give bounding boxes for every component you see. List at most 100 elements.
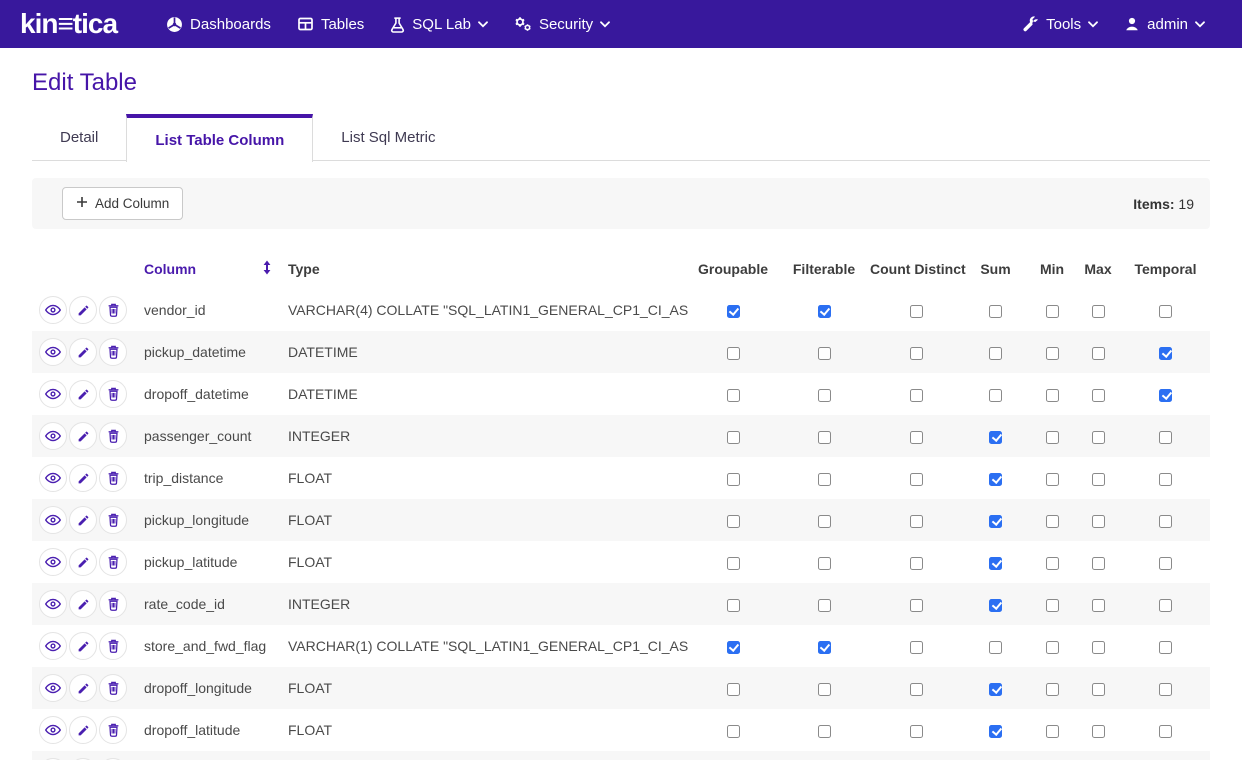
groupable-checkbox[interactable]: [727, 599, 740, 612]
min-checkbox[interactable]: [1046, 515, 1059, 528]
sum-checkbox[interactable]: [989, 725, 1002, 738]
edit-button[interactable]: [69, 506, 97, 534]
max-checkbox[interactable]: [1092, 641, 1105, 654]
edit-button[interactable]: [69, 296, 97, 324]
temporal-checkbox[interactable]: [1159, 473, 1172, 486]
edit-button[interactable]: [69, 632, 97, 660]
max-checkbox[interactable]: [1092, 473, 1105, 486]
delete-button[interactable]: [99, 716, 127, 744]
filterable-checkbox[interactable]: [818, 473, 831, 486]
groupable-checkbox[interactable]: [727, 557, 740, 570]
edit-button[interactable]: [69, 590, 97, 618]
count-distinct-checkbox[interactable]: [910, 347, 923, 360]
tab-list-sql-metric[interactable]: List Sql Metric: [313, 114, 463, 161]
temporal-checkbox[interactable]: [1159, 389, 1172, 402]
view-button[interactable]: [39, 338, 67, 366]
nav-item-tools[interactable]: Tools: [1010, 0, 1111, 48]
filterable-checkbox[interactable]: [818, 389, 831, 402]
view-button[interactable]: [39, 296, 67, 324]
filterable-checkbox[interactable]: [818, 641, 831, 654]
max-checkbox[interactable]: [1092, 347, 1105, 360]
view-button[interactable]: [39, 548, 67, 576]
temporal-checkbox[interactable]: [1159, 557, 1172, 570]
tab-detail[interactable]: Detail: [32, 114, 126, 161]
groupable-checkbox[interactable]: [727, 641, 740, 654]
edit-button[interactable]: [69, 716, 97, 744]
min-checkbox[interactable]: [1046, 557, 1059, 570]
view-button[interactable]: [39, 380, 67, 408]
edit-button[interactable]: [69, 422, 97, 450]
filterable-checkbox[interactable]: [818, 347, 831, 360]
nav-item-dashboards[interactable]: Dashboards: [153, 0, 284, 48]
min-checkbox[interactable]: [1046, 347, 1059, 360]
filterable-checkbox[interactable]: [818, 557, 831, 570]
count-distinct-checkbox[interactable]: [910, 473, 923, 486]
temporal-checkbox[interactable]: [1159, 683, 1172, 696]
tab-list-table-column[interactable]: List Table Column: [126, 114, 313, 162]
delete-button[interactable]: [99, 590, 127, 618]
count-distinct-checkbox[interactable]: [910, 515, 923, 528]
min-checkbox[interactable]: [1046, 389, 1059, 402]
temporal-checkbox[interactable]: [1159, 515, 1172, 528]
nav-item-admin[interactable]: admin: [1111, 0, 1218, 48]
max-checkbox[interactable]: [1092, 683, 1105, 696]
temporal-checkbox[interactable]: [1159, 305, 1172, 318]
min-checkbox[interactable]: [1046, 431, 1059, 444]
delete-button[interactable]: [99, 422, 127, 450]
temporal-checkbox[interactable]: [1159, 431, 1172, 444]
temporal-checkbox[interactable]: [1159, 347, 1172, 360]
groupable-checkbox[interactable]: [727, 347, 740, 360]
max-checkbox[interactable]: [1092, 305, 1105, 318]
max-checkbox[interactable]: [1092, 557, 1105, 570]
delete-button[interactable]: [99, 674, 127, 702]
view-button[interactable]: [39, 590, 67, 618]
max-checkbox[interactable]: [1092, 389, 1105, 402]
min-checkbox[interactable]: [1046, 473, 1059, 486]
view-button[interactable]: [39, 464, 67, 492]
view-button[interactable]: [39, 632, 67, 660]
view-button[interactable]: [39, 674, 67, 702]
view-button[interactable]: [39, 716, 67, 744]
sum-checkbox[interactable]: [989, 599, 1002, 612]
max-checkbox[interactable]: [1092, 725, 1105, 738]
delete-button[interactable]: [99, 548, 127, 576]
groupable-checkbox[interactable]: [727, 725, 740, 738]
sum-checkbox[interactable]: [989, 305, 1002, 318]
sum-checkbox[interactable]: [989, 515, 1002, 528]
max-checkbox[interactable]: [1092, 515, 1105, 528]
count-distinct-checkbox[interactable]: [910, 305, 923, 318]
delete-button[interactable]: [99, 380, 127, 408]
delete-button[interactable]: [99, 632, 127, 660]
filterable-checkbox[interactable]: [818, 683, 831, 696]
delete-button[interactable]: [99, 506, 127, 534]
view-button[interactable]: [39, 422, 67, 450]
groupable-checkbox[interactable]: [727, 389, 740, 402]
filterable-checkbox[interactable]: [818, 599, 831, 612]
groupable-checkbox[interactable]: [727, 305, 740, 318]
nav-item-security[interactable]: Security: [501, 0, 623, 48]
temporal-checkbox[interactable]: [1159, 599, 1172, 612]
filterable-checkbox[interactable]: [818, 305, 831, 318]
filterable-checkbox[interactable]: [818, 515, 831, 528]
count-distinct-checkbox[interactable]: [910, 641, 923, 654]
min-checkbox[interactable]: [1046, 599, 1059, 612]
view-button[interactable]: [39, 506, 67, 534]
groupable-checkbox[interactable]: [727, 473, 740, 486]
edit-button[interactable]: [69, 548, 97, 576]
nav-item-tables[interactable]: Tables: [284, 0, 377, 48]
min-checkbox[interactable]: [1046, 305, 1059, 318]
count-distinct-checkbox[interactable]: [910, 599, 923, 612]
sum-checkbox[interactable]: [989, 557, 1002, 570]
groupable-checkbox[interactable]: [727, 431, 740, 444]
filterable-checkbox[interactable]: [818, 431, 831, 444]
delete-button[interactable]: [99, 338, 127, 366]
count-distinct-checkbox[interactable]: [910, 557, 923, 570]
column-sort-header[interactable]: Column: [144, 249, 288, 289]
sum-checkbox[interactable]: [989, 683, 1002, 696]
add-column-button[interactable]: Add Column: [62, 187, 183, 220]
edit-button[interactable]: [69, 380, 97, 408]
max-checkbox[interactable]: [1092, 431, 1105, 444]
count-distinct-checkbox[interactable]: [910, 683, 923, 696]
count-distinct-checkbox[interactable]: [910, 389, 923, 402]
edit-button[interactable]: [69, 464, 97, 492]
